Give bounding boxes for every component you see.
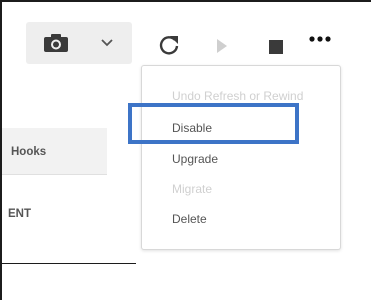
play-icon[interactable]: [216, 38, 228, 54]
camera-icon: [44, 34, 68, 52]
panel-divider: [2, 263, 136, 264]
panel-border-top: [0, 0, 371, 2]
menu-item-undo-refresh: Undo Refresh or Rewind: [172, 89, 304, 103]
highlight-box: [128, 103, 299, 144]
more-horizontal-icon[interactable]: [309, 35, 331, 43]
tab-hooks[interactable]: Hooks: [2, 128, 107, 175]
chevron-down-icon[interactable]: [100, 37, 114, 49]
refresh-icon[interactable]: [157, 33, 181, 57]
stop-icon[interactable]: [269, 40, 283, 54]
tab-hooks-label: Hooks: [11, 146, 47, 158]
menu-item-delete[interactable]: Delete: [172, 212, 207, 226]
section-label: ENT: [8, 208, 31, 220]
menu-item-upgrade[interactable]: Upgrade: [172, 152, 218, 166]
actions-menu: Undo Refresh or Rewind Disable Upgrade M…: [141, 65, 341, 250]
menu-item-migrate: Migrate: [172, 182, 213, 196]
snapshot-dropdown-button[interactable]: [26, 22, 132, 64]
